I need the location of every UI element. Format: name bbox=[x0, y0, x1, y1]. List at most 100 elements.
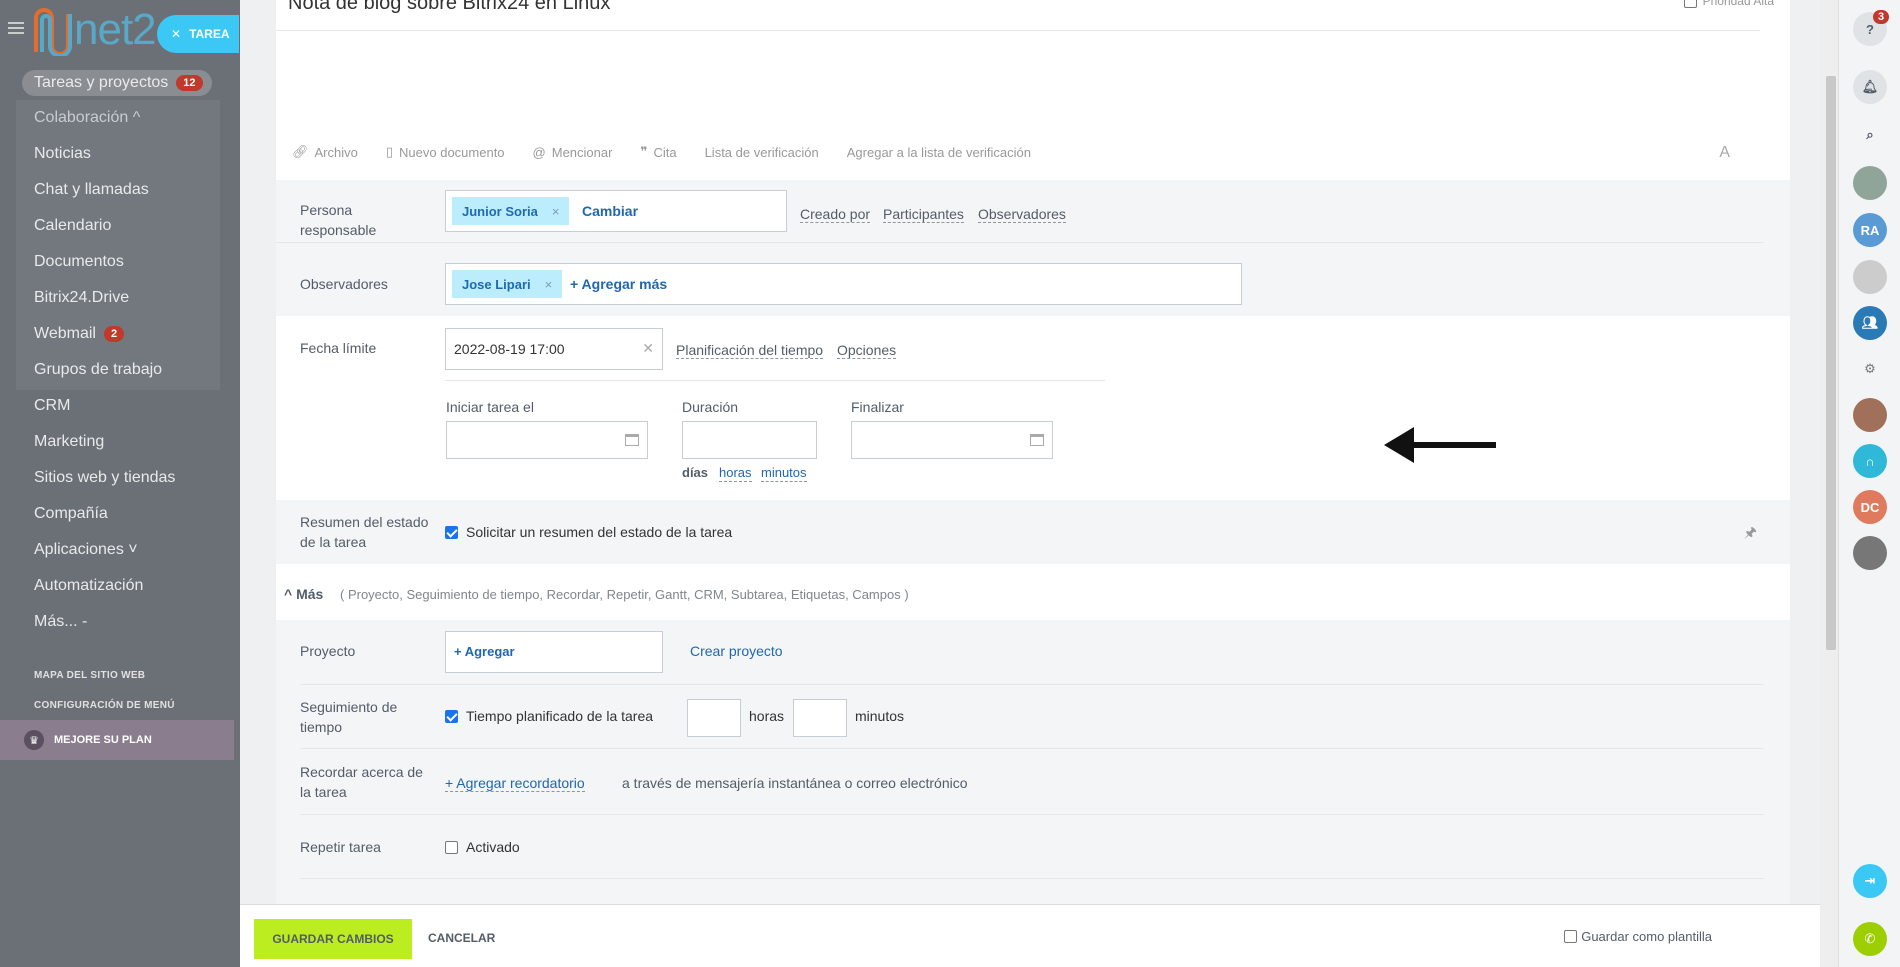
save-changes-button[interactable]: GUARDAR CAMBIOS bbox=[254, 919, 412, 959]
save-as-template[interactable]: Guardar como plantilla bbox=[1564, 929, 1712, 944]
phone-icon[interactable]: ✆ bbox=[1853, 922, 1887, 956]
avatar[interactable] bbox=[1853, 536, 1887, 570]
menu-item-chat[interactable]: Chat y llamadas bbox=[16, 172, 220, 208]
net2-logo-icon[interactable]: ∩ bbox=[1853, 444, 1887, 478]
at-icon: @ bbox=[532, 144, 546, 160]
menu-item-drive[interactable]: Bitrix24.Drive bbox=[16, 280, 220, 316]
open-channels-icon[interactable]: ⇥ bbox=[1853, 864, 1887, 898]
observers-field[interactable] bbox=[445, 263, 1242, 305]
bell-icon[interactable]: 🔔︎ bbox=[1853, 70, 1887, 104]
toolbar-add-to-checklist[interactable]: Agregar a la lista de verificación bbox=[847, 144, 1031, 160]
menu-item-label: Automatización bbox=[34, 577, 144, 594]
participants-link[interactable]: Participantes bbox=[883, 206, 964, 223]
unit-days[interactable]: días bbox=[682, 465, 708, 480]
menu-item-calendar[interactable]: Calendario bbox=[16, 208, 220, 244]
hamburger-menu-icon[interactable] bbox=[8, 22, 24, 34]
menu-item-collaboration[interactable]: Colaboración ^ bbox=[16, 100, 220, 136]
planned-hours-input[interactable] bbox=[687, 699, 741, 737]
change-responsible-link[interactable]: Cambiar bbox=[582, 203, 638, 219]
unit-minutes[interactable]: minutos bbox=[761, 465, 807, 482]
calendar-icon[interactable] bbox=[625, 434, 639, 446]
deadline-input[interactable]: 2022-08-19 17:00 ✕ bbox=[445, 328, 663, 370]
menu-item-news[interactable]: Noticias bbox=[16, 136, 220, 172]
search-icon[interactable]: ⌕ bbox=[1853, 118, 1887, 152]
menu-item-tasks[interactable]: Tareas y proyectos 12 bbox=[22, 70, 212, 96]
created-by-link[interactable]: Creado por bbox=[800, 206, 871, 223]
toolbar-quote[interactable]: ❞ Cita bbox=[640, 144, 676, 160]
text-format-button[interactable]: A bbox=[1719, 144, 1730, 162]
planned-minutes-input[interactable] bbox=[793, 699, 847, 737]
menu-item-webmail[interactable]: Webmail 2 bbox=[16, 316, 220, 352]
start-date-label: Iniciar tarea el bbox=[446, 399, 534, 415]
add-reminder-link[interactable]: + Agregar recordatorio bbox=[445, 775, 585, 792]
task-title[interactable]: Nota de blog sobre Bitrix24 en Linux bbox=[288, 0, 610, 15]
observers-link[interactable]: Observadores bbox=[978, 206, 1066, 223]
avatar[interactable] bbox=[1853, 260, 1887, 294]
scrollbar[interactable] bbox=[1820, 0, 1840, 967]
task-edit-slider: Nota de blog sobre Bitrix24 en Linux Pri… bbox=[240, 0, 1840, 967]
menu-item-label: Chat y llamadas bbox=[34, 181, 149, 198]
scrollbar-thumb[interactable] bbox=[1826, 76, 1836, 650]
toolbar-new-document[interactable]: ▯ Nuevo documento bbox=[386, 144, 505, 160]
close-task-button[interactable]: ✕ TAREA bbox=[157, 15, 239, 53]
logo-mark-icon bbox=[34, 8, 72, 57]
menu-item-documents[interactable]: Documentos bbox=[16, 244, 220, 280]
remove-icon[interactable]: × bbox=[545, 277, 553, 292]
time-planning-link[interactable]: Planificación del tiempo bbox=[676, 342, 824, 359]
calendar-icon[interactable] bbox=[1030, 434, 1044, 446]
repeat-checkbox[interactable] bbox=[445, 841, 458, 854]
sitemap-link[interactable]: MAPA DEL SITIO WEB bbox=[34, 670, 145, 681]
remove-icon[interactable]: × bbox=[552, 204, 560, 219]
menu-item-marketing[interactable]: Marketing bbox=[16, 424, 220, 460]
time-tracking-checkbox[interactable] bbox=[445, 710, 458, 723]
summary-checkbox[interactable] bbox=[445, 526, 458, 539]
more-toggle[interactable]: ^ Más bbox=[284, 586, 323, 602]
template-checkbox[interactable] bbox=[1564, 930, 1578, 943]
tag-label: Jose Lipari bbox=[462, 276, 531, 292]
menu-config-link[interactable]: CONFIGURACIÓN DE MENÚ bbox=[34, 700, 175, 711]
deadline-value: 2022-08-19 17:00 bbox=[454, 341, 565, 357]
priority-label: Prioridad Alta bbox=[1702, 0, 1774, 8]
avatar[interactable] bbox=[1853, 398, 1887, 432]
create-project-link[interactable]: Crear proyecto bbox=[690, 643, 783, 659]
summary-label: Resumen del estado de la tarea bbox=[300, 514, 429, 550]
clear-icon[interactable]: ✕ bbox=[642, 340, 654, 357]
menu-item-more[interactable]: Más... - bbox=[16, 604, 220, 640]
pin-icon[interactable]: 🖈︎ bbox=[1744, 522, 1757, 546]
menu-item-crm[interactable]: CRM bbox=[16, 388, 220, 424]
responsible-tag: Junior Soria × bbox=[452, 197, 570, 225]
time-tracking-label: Seguimiento de tiempo bbox=[300, 699, 398, 735]
group-icon[interactable]: 👥︎ bbox=[1853, 306, 1887, 340]
menu-item-label: Bitrix24.Drive bbox=[34, 289, 130, 306]
avatar-dc[interactable]: DC bbox=[1853, 490, 1887, 524]
avatar[interactable] bbox=[1853, 166, 1887, 200]
reminder-label: Recordar acerca de la tarea bbox=[300, 764, 423, 800]
toolbar-file[interactable]: 🔗︎ Archivo bbox=[292, 144, 358, 160]
priority-checkbox[interactable] bbox=[1683, 0, 1697, 8]
add-project-link[interactable]: + Agregar bbox=[454, 644, 515, 659]
finish-label: Finalizar bbox=[851, 399, 904, 415]
add-more-observers-link[interactable]: + Agregar más bbox=[570, 276, 667, 292]
unit-hours[interactable]: horas bbox=[719, 465, 752, 482]
menu-item-sites[interactable]: Sitios web y tiendas bbox=[16, 460, 220, 496]
reminder-description: a través de mensajería instantánea o cor… bbox=[622, 775, 968, 791]
avatar-ra[interactable]: RA bbox=[1853, 213, 1887, 247]
duration-input[interactable] bbox=[682, 421, 817, 459]
cluster-icon[interactable]: ⚙︎ bbox=[1853, 352, 1887, 386]
divider bbox=[276, 242, 1764, 243]
toolbar-mention[interactable]: @ Mencionar bbox=[533, 144, 613, 160]
toolbar-checklist[interactable]: Lista de verificación bbox=[705, 144, 819, 160]
start-date-input[interactable] bbox=[446, 421, 648, 459]
cancel-button[interactable]: CANCELAR bbox=[428, 931, 495, 945]
priority-toggle[interactable]: Prioridad Alta bbox=[1683, 0, 1774, 8]
menu-item-workgroups[interactable]: Grupos de trabajo bbox=[16, 352, 220, 388]
editor-toolbar: 🔗︎ Archivo ▯ Nuevo documento @ Mencionar ❞ C… bbox=[292, 144, 1031, 160]
finish-date-input[interactable] bbox=[851, 421, 1053, 459]
options-link[interactable]: Opciones bbox=[837, 342, 897, 359]
close-icon: ✕ bbox=[171, 27, 182, 41]
menu-item-apps[interactable]: Aplicaciones ˅ bbox=[16, 532, 220, 568]
upgrade-plan-button[interactable]: ♛ MEJORE SU PLAN bbox=[0, 720, 234, 760]
menu-item-automation[interactable]: Automatización bbox=[16, 568, 220, 604]
menu-item-company[interactable]: Compañía bbox=[16, 496, 220, 532]
toolbar-label: Lista de verificación bbox=[704, 144, 819, 160]
